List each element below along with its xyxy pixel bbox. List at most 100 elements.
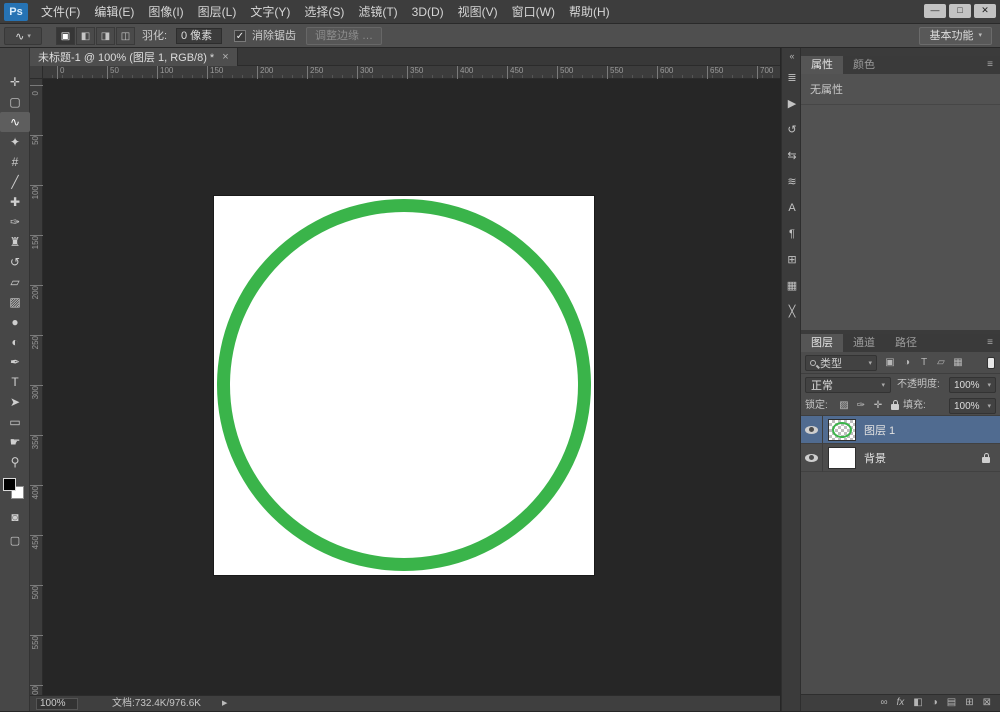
refine-edge-button[interactable]: 调整边缘 … <box>306 27 382 45</box>
menu-item-3[interactable]: 图层(L) <box>191 0 244 24</box>
layer-visibility-toggle[interactable] <box>801 444 823 472</box>
menu-item-8[interactable]: 视图(V) <box>451 0 505 24</box>
blend-mode-select[interactable]: 正常 ▾ <box>805 377 891 393</box>
tool-blur[interactable]: ● <box>0 312 30 332</box>
tool-history-brush[interactable]: ↺ <box>0 252 30 272</box>
eye-icon <box>805 426 818 434</box>
swap-panel-icon[interactable]: ⇆ <box>782 145 802 171</box>
lock-image-pixels-icon[interactable]: ✑ <box>854 398 868 413</box>
menu-item-6[interactable]: 滤镜(T) <box>351 0 404 24</box>
intersect-selection-button[interactable]: ◫ <box>116 27 135 45</box>
new-layer-button[interactable]: ⊞ <box>965 695 973 711</box>
filtering-toggle[interactable] <box>987 357 995 369</box>
expand-panels-icon[interactable]: « <box>782 48 802 61</box>
delete-layer-button[interactable]: ⊠ <box>983 695 991 711</box>
new-group-button[interactable]: ▤ <box>947 695 956 711</box>
subtract-from-selection-button[interactable]: ◨ <box>96 27 115 45</box>
swatches-panel-icon[interactable]: ▦ <box>782 275 802 301</box>
screen-mode-button[interactable]: ▢ <box>0 534 30 547</box>
foreground-color-swatch[interactable] <box>3 478 16 491</box>
menu-item-7[interactable]: 3D(D) <box>405 0 451 24</box>
lock-all-icon[interactable] <box>888 398 902 413</box>
filter-type-layers-icon[interactable]: T <box>917 355 931 371</box>
close-tab-icon[interactable]: × <box>222 51 228 63</box>
menu-item-0[interactable]: 文件(F) <box>34 0 87 24</box>
menu-item-10[interactable]: 帮助(H) <box>562 0 617 24</box>
document-tab[interactable]: 未标题-1 @ 100% (图层 1, RGB/8) * × <box>30 48 238 66</box>
tool-rectangle-shape[interactable]: ▭ <box>0 412 30 432</box>
lock-position-icon[interactable]: ✛ <box>871 398 885 413</box>
lock-transparent-pixels-icon[interactable]: ▨ <box>837 398 851 413</box>
filter-shape-layers-icon[interactable]: ▱ <box>934 355 948 371</box>
canvas-pasteboard[interactable] <box>43 79 780 695</box>
menu-item-2[interactable]: 图像(I) <box>141 0 190 24</box>
filter-adjustment-layers-icon[interactable]: ◑ <box>900 355 914 371</box>
layer-row-1[interactable]: 图层 1 <box>801 416 1000 444</box>
h-ruler-tick: 500 <box>557 66 573 79</box>
tab-layers[interactable]: 图层 <box>801 334 843 352</box>
add-to-selection-button[interactable]: ◧ <box>76 27 95 45</box>
layer-thumbnail[interactable] <box>828 419 856 441</box>
menu-item-1[interactable]: 编辑(E) <box>87 0 141 24</box>
layer-row-2[interactable]: 背景 <box>801 444 1000 472</box>
antialias-checkbox[interactable]: ✓ <box>234 30 246 42</box>
panel-menu-icon[interactable]: ≡ <box>987 334 1000 352</box>
workspace-switcher-button[interactable]: 基本功能 ▾ <box>919 27 992 45</box>
tool-path-selection[interactable]: ➤ <box>0 392 30 412</box>
layer-visibility-toggle[interactable] <box>801 416 823 444</box>
filter-pixel-layers-icon[interactable]: ▣ <box>883 355 897 371</box>
v-ruler-tick: 100 <box>30 185 43 202</box>
tab-properties[interactable]: 属性 <box>801 56 843 74</box>
tab-paths[interactable]: 路径 <box>885 334 927 352</box>
link-layers-button[interactable]: ∞ <box>880 695 887 711</box>
tool-healing-brush[interactable]: ✚ <box>0 192 30 212</box>
tool-quick-selection[interactable]: ✦ <box>0 132 30 152</box>
tool-eraser[interactable]: ▱ <box>0 272 30 292</box>
tool-gradient[interactable]: ▨ <box>0 292 30 312</box>
menu-item-5[interactable]: 选择(S) <box>297 0 351 24</box>
tool-hand[interactable]: ☛ <box>0 432 30 452</box>
fill-select[interactable]: 100% ▾ <box>949 398 996 414</box>
layer-filter-type-select[interactable]: 类型 ▾ <box>805 355 877 371</box>
feather-input[interactable]: 0 像素 <box>176 28 222 44</box>
tool-move[interactable]: ✛ <box>0 72 30 92</box>
document-canvas[interactable] <box>214 196 594 575</box>
tool-dodge[interactable]: ◐ <box>0 332 30 352</box>
tab-channels[interactable]: 通道 <box>843 334 885 352</box>
new-selection-button[interactable]: ▣ <box>56 27 75 45</box>
layer-thumbnail[interactable] <box>828 447 856 469</box>
actions-panel-icon[interactable]: ▶ <box>782 93 802 119</box>
tool-zoom[interactable]: ⚲ <box>0 452 30 472</box>
info-panel-icon[interactable]: ⊞ <box>782 249 802 275</box>
close-button[interactable]: ✕ <box>974 4 996 18</box>
tool-pen[interactable]: ✒ <box>0 352 30 372</box>
minimize-button[interactable]: — <box>924 4 946 18</box>
tool-crop[interactable]: # <box>0 152 30 172</box>
panel-lines-icon[interactable]: ≣ <box>782 67 802 93</box>
tool-preset-picker[interactable]: ∿ ▾ <box>4 27 42 45</box>
paragraph-panel-icon[interactable]: ¶ <box>782 223 802 249</box>
tool-lasso[interactable]: ∿ <box>0 112 30 132</box>
layer-style-button[interactable]: fx <box>896 695 904 711</box>
new-adjustment-layer-button[interactable]: ◑ <box>932 695 938 711</box>
maximize-button[interactable]: □ <box>949 4 971 18</box>
styles-panel-icon[interactable]: ≋ <box>782 171 802 197</box>
history-panel-icon[interactable]: ↺ <box>782 119 802 145</box>
opacity-select[interactable]: 100% ▾ <box>949 377 996 393</box>
menu-item-9[interactable]: 窗口(W) <box>505 0 562 24</box>
filter-smart-objects-icon[interactable]: ▦ <box>951 355 965 371</box>
tool-type[interactable]: T <box>0 372 30 392</box>
tool-rectangular-marquee[interactable]: ▢ <box>0 92 30 112</box>
status-options-arrow[interactable]: ▶ <box>222 696 227 712</box>
tool-brush[interactable]: ✑ <box>0 212 30 232</box>
panel-menu-icon[interactable]: ≡ <box>987 56 1000 74</box>
character-panel-icon[interactable]: A <box>782 197 802 223</box>
close-panel-icon[interactable]: ╳ <box>782 301 802 327</box>
add-layer-mask-button[interactable]: ◧ <box>913 695 922 711</box>
menu-item-4[interactable]: 文字(Y) <box>243 0 297 24</box>
tool-clone-stamp[interactable]: ♜ <box>0 232 30 252</box>
tool-eyedropper[interactable]: ╱ <box>0 172 30 192</box>
zoom-level-input[interactable]: 100% <box>36 698 78 710</box>
tab-color[interactable]: 颜色 <box>843 56 885 74</box>
quick-mask-button[interactable]: ◙ <box>0 510 30 524</box>
